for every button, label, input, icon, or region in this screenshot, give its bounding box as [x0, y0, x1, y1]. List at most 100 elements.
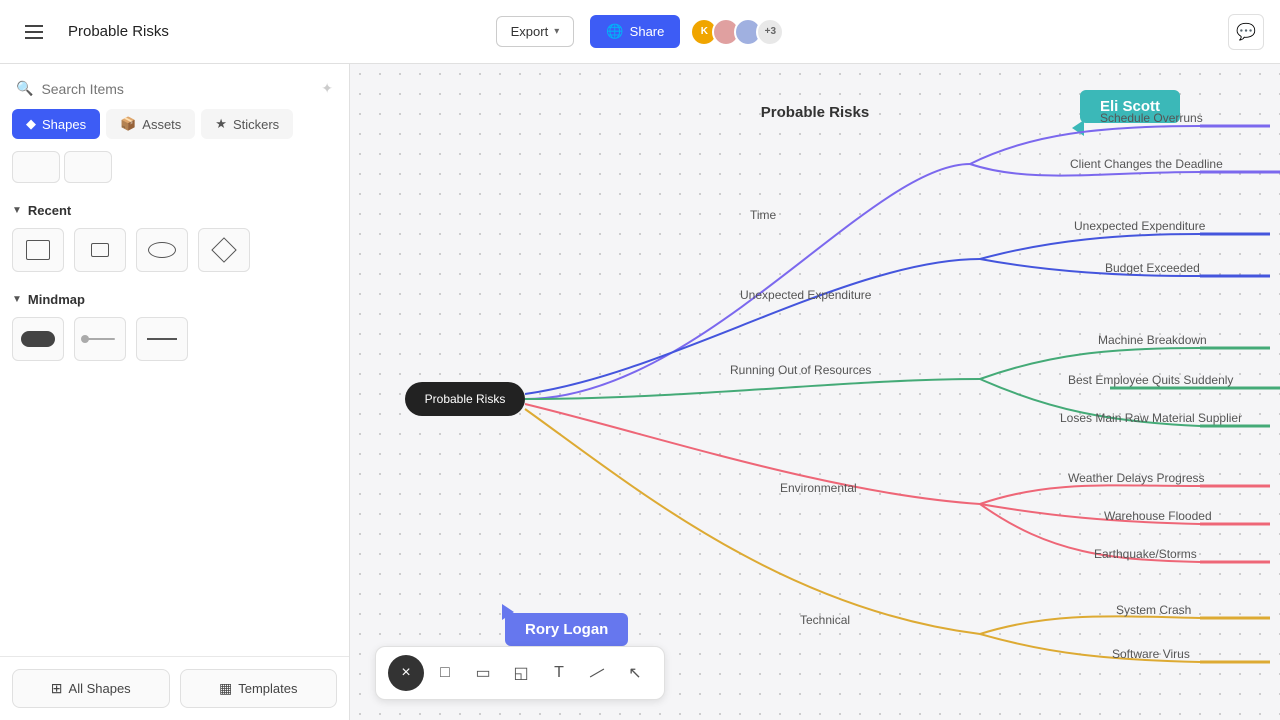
avatar-group: K +3	[696, 18, 784, 46]
shape-oval[interactable]	[136, 228, 188, 272]
avatar-overflow[interactable]: +3	[756, 18, 784, 46]
oval-icon	[148, 242, 176, 258]
cursor-tool[interactable]: ↖	[618, 656, 652, 690]
sidebar: 🔍 ✦ ◆ Shapes 📦 Assets ★ Stickers ▼ Recen…	[0, 64, 350, 720]
all-shapes-button[interactable]: ⊞ All Shapes	[12, 669, 170, 708]
collapse-icon: ▼	[12, 205, 22, 216]
box-icon: 📦	[120, 116, 136, 132]
mindmap-pill-shape[interactable]	[12, 317, 64, 361]
tab-stickers[interactable]: ★ Stickers	[201, 109, 293, 139]
globe-icon: 🌐	[606, 23, 623, 40]
hamburger-icon	[25, 25, 43, 39]
dash-icon	[147, 338, 177, 340]
virus-label: Software Virus	[1112, 647, 1190, 661]
share-button[interactable]: 🌐 Share	[590, 15, 680, 48]
export-label: Export	[511, 24, 549, 39]
rectangle-icon	[26, 240, 50, 260]
tab-bar: ◆ Shapes 📦 Assets ★ Stickers	[0, 109, 349, 151]
mindmap-line-shape[interactable]	[74, 317, 126, 361]
recent-section-header[interactable]: ▼ Recent	[12, 195, 337, 228]
tab-assets[interactable]: 📦 Assets	[106, 109, 195, 139]
mindmap-shapes-grid	[12, 317, 337, 373]
budget-label: Budget Exceeded	[1105, 261, 1200, 275]
pin-icon[interactable]: ✦	[321, 80, 333, 97]
grid-icon: ⊞	[51, 680, 63, 697]
comment-icon: 💬	[1236, 22, 1256, 42]
template-icon: ▦	[219, 680, 232, 697]
diamond-icon: ◆	[26, 116, 36, 132]
search-input[interactable]	[41, 81, 313, 97]
scroll-tabs	[0, 151, 349, 195]
search-icon: 🔍	[16, 80, 33, 97]
client-label: Client Changes the Deadline	[1070, 157, 1223, 171]
environmental-main-line	[525, 404, 980, 504]
sidebar-footer: ⊞ All Shapes ▦ Templates	[0, 656, 349, 720]
rounded-rect-icon: ▭	[475, 663, 490, 683]
star-icon: ★	[215, 116, 227, 132]
rect-icon: □	[440, 664, 450, 682]
system-label: System Crash	[1116, 603, 1191, 617]
bottom-toolbar: × □ ▭ ◱ T — ↖	[375, 646, 665, 700]
technical-main-line	[525, 409, 980, 634]
close-button[interactable]: ×	[388, 655, 424, 691]
tab-shapes-label: Shapes	[42, 117, 86, 132]
document-title: Probable Risks	[68, 23, 480, 40]
tab-stickers-label: Stickers	[233, 117, 279, 132]
time-label: Time	[750, 208, 777, 222]
share-label: Share	[630, 24, 665, 39]
line-icon: —	[586, 661, 609, 685]
cursor-icon: ↖	[628, 663, 641, 683]
line-tool[interactable]: —	[580, 656, 614, 690]
export-button[interactable]: Export ▾	[496, 16, 575, 47]
collapse-icon: ▼	[12, 294, 22, 305]
small-rect-icon	[91, 243, 109, 257]
all-shapes-label: All Shapes	[69, 681, 131, 696]
templates-button[interactable]: ▦ Templates	[180, 669, 338, 708]
mindmap-dash-shape[interactable]	[136, 317, 188, 361]
scroll-tab-1[interactable]	[12, 151, 60, 183]
weather-label: Weather Delays Progress	[1068, 471, 1205, 485]
shapes-section: ▼ Recent ▼ Mindmap	[0, 195, 349, 656]
mindmap-diagram: Probable Risks Time Schedule Overruns Cl…	[350, 64, 1280, 720]
recent-shapes-grid	[12, 228, 337, 284]
search-bar: 🔍 ✦	[0, 64, 349, 109]
material-label: Loses Main Raw Material Supplier	[1060, 411, 1242, 425]
employee-label: Best Employee Quits Suddenly	[1068, 373, 1233, 387]
unexp-child-line	[980, 234, 1200, 259]
scroll-tab-2[interactable]	[64, 151, 112, 183]
close-icon: ×	[401, 664, 410, 682]
templates-label: Templates	[238, 681, 297, 696]
text-tool[interactable]: T	[542, 656, 576, 690]
pill-icon	[21, 331, 55, 347]
center-node-text: Probable Risks	[425, 392, 506, 406]
canvas[interactable]: Probable Risks Eli Scott Rory Logan Prob…	[350, 64, 1280, 720]
rounded-rect-tool[interactable]: ▭	[466, 656, 500, 690]
chevron-down-icon: ▾	[554, 26, 559, 37]
mindmap-section-header[interactable]: ▼ Mindmap	[12, 284, 337, 317]
earthquake-label: Earthquake/Storms	[1094, 547, 1197, 561]
line-icon	[85, 338, 115, 340]
menu-button[interactable]	[16, 14, 52, 50]
warehouse-label: Warehouse Flooded	[1104, 509, 1212, 523]
note-tool[interactable]: ◱	[504, 656, 538, 690]
recent-label: Recent	[28, 203, 71, 218]
text-icon: T	[554, 664, 564, 682]
environmental-label: Environmental	[780, 481, 857, 495]
rectangle-tool[interactable]: □	[428, 656, 462, 690]
weather-line	[980, 485, 1200, 504]
comment-button[interactable]: 💬	[1228, 14, 1264, 50]
resources-label: Running Out of Resources	[730, 363, 871, 377]
tab-assets-label: Assets	[142, 117, 181, 132]
diamond-shape-icon	[211, 237, 236, 262]
shape-diamond[interactable]	[198, 228, 250, 272]
unexp-child-label: Unexpected Expenditure	[1074, 219, 1206, 233]
schedule-label: Schedule Overruns	[1100, 111, 1203, 125]
shape-rectangle[interactable]	[12, 228, 64, 272]
tab-shapes[interactable]: ◆ Shapes	[12, 109, 100, 139]
shape-small-rect[interactable]	[74, 228, 126, 272]
header: Probable Risks Export ▾ 🌐 Share K +3 💬	[0, 0, 1280, 64]
technical-label: Technical	[800, 613, 850, 627]
note-icon: ◱	[513, 663, 528, 683]
machine-label: Machine Breakdown	[1098, 333, 1207, 347]
system-line	[980, 616, 1200, 634]
